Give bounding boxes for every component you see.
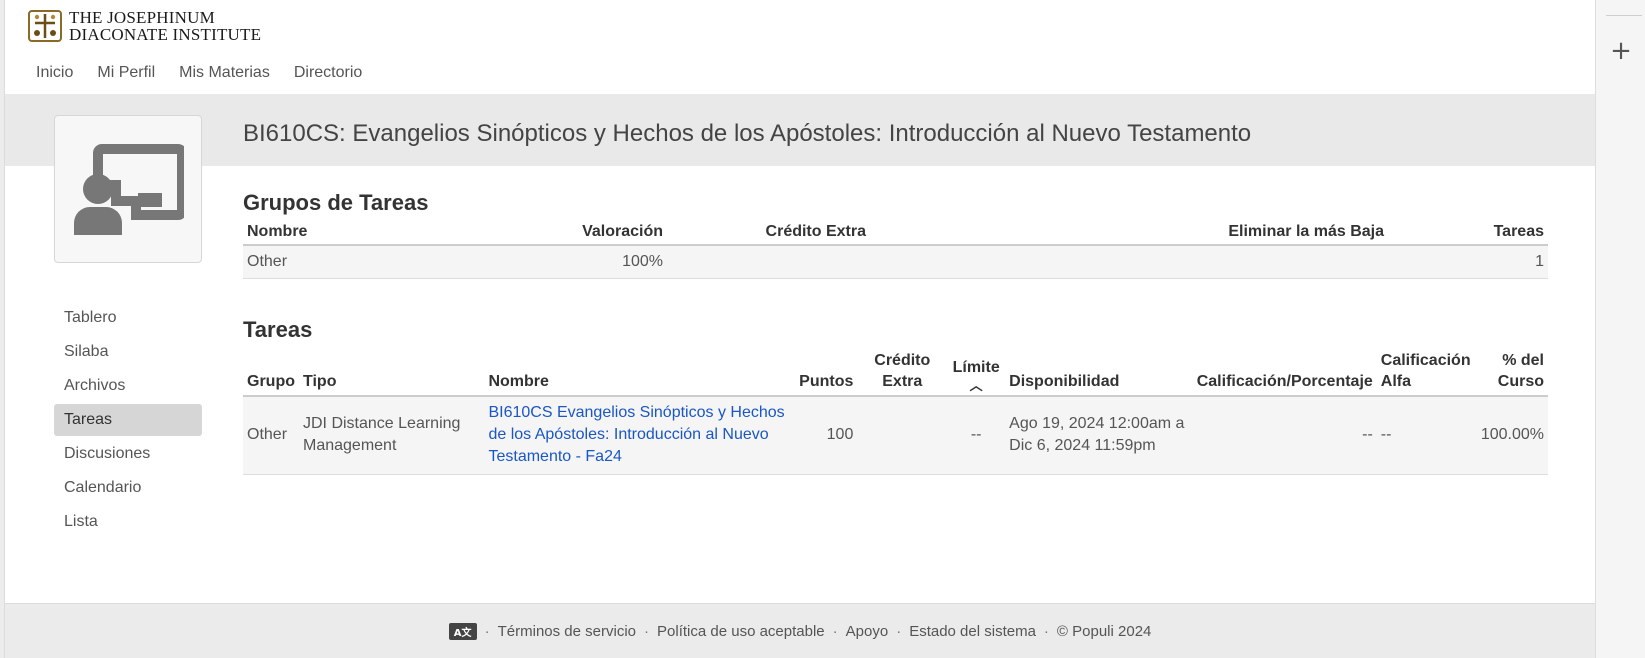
footer-copyright: © Populi 2024 (1056, 622, 1152, 640)
task-calificacion: -- (1192, 396, 1377, 475)
col-tareas[interactable]: Tareas (1388, 219, 1548, 246)
tasks-table: Grupo Tipo Nombre Puntos Crédito Extra L… (243, 347, 1548, 475)
col-puntos[interactable]: Puntos (795, 347, 858, 397)
nav-inicio[interactable]: Inicio (36, 64, 73, 82)
task-nombre-cell: BI610CS Evangelios Sinópticos y Hechos d… (484, 396, 796, 475)
logo-text: The Josephinum Diaconate Institute (69, 9, 261, 43)
sidebar-item-silaba[interactable]: Silaba (54, 336, 202, 368)
footer-estado[interactable]: Estado del sistema (909, 623, 1036, 640)
tasks-section-title: Tareas (243, 317, 313, 342)
task-puntos: 100 (795, 396, 858, 475)
groups-section-title: Grupos de Tareas (243, 190, 429, 215)
plus-icon[interactable]: + (1596, 36, 1645, 66)
groups-table: Nombre Valoración Crédito Extra Eliminar… (243, 219, 1548, 279)
sidebar-item-archivos[interactable]: Archivos (54, 370, 202, 402)
rail-divider (1606, 15, 1642, 16)
separator: · (644, 622, 650, 640)
task-grupo: Other (243, 396, 299, 475)
main-area: The Josephinum Diaconate Institute Inici… (5, 0, 1595, 658)
group-valoracion: 100% (423, 245, 667, 279)
footer: A文 · Términos de servicio · Política de … (5, 603, 1595, 658)
task-credito (857, 396, 948, 475)
disponibilidad-inicio: Ago 19, 2024 12:00am a (1009, 415, 1185, 433)
col-nombre[interactable]: Nombre (243, 219, 423, 246)
col-limite[interactable]: Límite ︿ (947, 347, 1006, 397)
groups-header-row: Nombre Valoración Crédito Extra Eliminar… (243, 219, 1548, 246)
sort-asc-icon: ︿ (969, 378, 983, 393)
page-title: BI610CS: Evangelios Sinópticos y Hechos … (243, 120, 1252, 147)
top-nav: Inicio Mi Perfil Mis Materias Directorio (36, 64, 362, 82)
footer-terminos[interactable]: Términos de servicio (498, 623, 636, 640)
classroom-icon (74, 144, 184, 235)
table-row: Other JDI Distance Learning Management B… (243, 396, 1548, 475)
task-curso: 100.00% (1476, 396, 1548, 475)
nav-mi-perfil[interactable]: Mi Perfil (97, 64, 155, 82)
col-grupo[interactable]: Grupo (243, 347, 299, 397)
footer-politica[interactable]: Política de uso aceptable (657, 623, 825, 640)
col-calificacion-alfa[interactable]: Calificación Alfa (1376, 347, 1477, 397)
col-calificacion[interactable]: Calificación/Porcentaje (1192, 347, 1377, 397)
task-disponibilidad: Ago 19, 2024 12:00am a Dic 6, 2024 11:59… (1005, 396, 1193, 475)
task-alfa: -- (1376, 396, 1477, 475)
right-rail: + (1595, 0, 1645, 658)
group-credito (667, 245, 870, 279)
table-row: Other 100% 1 (243, 245, 1548, 279)
col-credito-extra-tarea[interactable]: Crédito Extra (857, 347, 948, 397)
col-nombre-tarea[interactable]: Nombre (484, 347, 796, 397)
logo[interactable]: The Josephinum Diaconate Institute (27, 9, 261, 43)
group-tareas: 1 (1388, 245, 1548, 279)
col-valoracion[interactable]: Valoración (423, 219, 667, 246)
task-link[interactable]: BI610CS Evangelios Sinópticos y Hechos d… (488, 404, 784, 465)
translate-icon[interactable]: A文 (448, 622, 477, 640)
nav-mis-materias[interactable]: Mis Materias (179, 64, 270, 82)
sidebar-item-calendario[interactable]: Calendario (54, 472, 202, 504)
task-tipo: JDI Distance Learning Management (299, 396, 485, 475)
nav-directorio[interactable]: Directorio (294, 64, 362, 82)
crest-icon (28, 10, 62, 42)
sidebar-item-discusiones[interactable]: Discusiones (54, 438, 202, 470)
group-eliminar (870, 245, 1388, 279)
separator: · (484, 622, 490, 640)
group-nombre: Other (243, 245, 423, 279)
col-disponibilidad[interactable]: Disponibilidad (1005, 347, 1193, 397)
col-eliminar[interactable]: Eliminar la más Baja (870, 219, 1388, 246)
course-image (54, 115, 202, 263)
separator: · (1043, 622, 1049, 640)
tasks-header-row: Grupo Tipo Nombre Puntos Crédito Extra L… (243, 347, 1548, 397)
col-tipo[interactable]: Tipo (299, 347, 485, 397)
sidebar-item-tareas[interactable]: Tareas (54, 404, 202, 436)
limite-label: Límite (952, 359, 1000, 376)
sidebar-item-tablero[interactable]: Tablero (54, 302, 202, 334)
course-sidebar: Tablero Silaba Archivos Tareas Discusion… (54, 302, 202, 540)
col-porcentaje-curso[interactable]: % del Curso (1476, 347, 1548, 397)
sidebar-item-lista[interactable]: Lista (54, 506, 202, 538)
separator: · (832, 622, 838, 640)
col-credito-extra[interactable]: Crédito Extra (667, 219, 870, 246)
logo-line-2: Diaconate Institute (69, 25, 262, 44)
task-limite: -- (947, 396, 1006, 475)
logo-line-1: The Josephinum (69, 8, 215, 27)
footer-apoyo[interactable]: Apoyo (846, 623, 889, 640)
separator: · (896, 622, 902, 640)
disponibilidad-fin: Dic 6, 2024 11:59pm (1009, 437, 1156, 455)
